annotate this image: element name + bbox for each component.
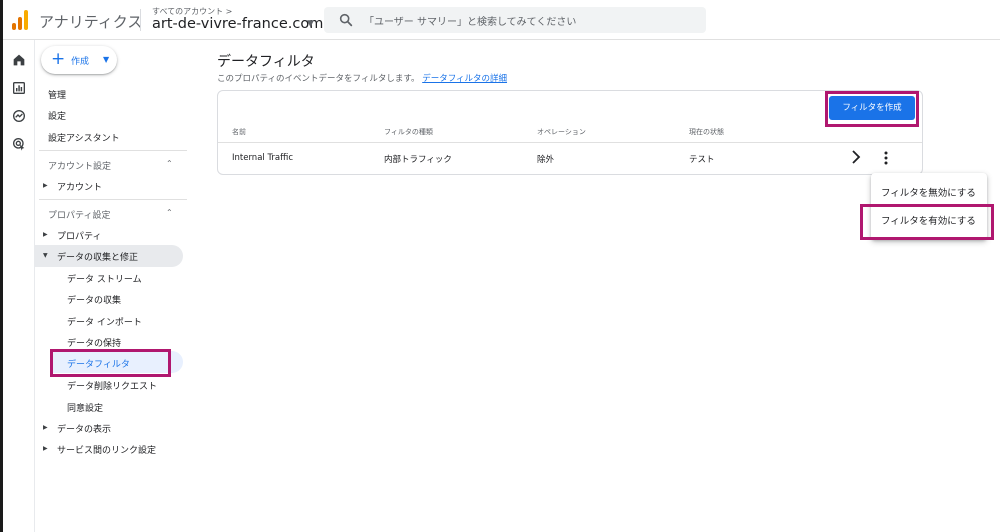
top-header: アナリティクス すべてのアカウント > art-de-vivre-france.… — [3, 0, 1000, 40]
section-account-settings[interactable]: アカウント設定 — [48, 159, 111, 172]
logo-bar-large — [24, 10, 28, 30]
cell-filter-type: 内部トラフィック — [384, 155, 452, 165]
column-header-type[interactable]: フィルタの種類 — [384, 127, 433, 137]
chevron-up-icon[interactable]: ⌃ — [166, 159, 173, 168]
page-description: このプロパティのイベントデータをフィルタします。 データフィルタの詳細 — [217, 72, 507, 84]
chevron-right-icon[interactable] — [851, 150, 861, 164]
app-name: アナリティクス — [39, 13, 143, 31]
menu-item-disable-filter[interactable]: フィルタを無効にする — [881, 185, 976, 199]
sidebar-item-admin[interactable]: 管理 — [48, 88, 66, 101]
create-button-label: 作成 — [71, 57, 90, 67]
cell-filter-name[interactable]: Internal Traffic — [232, 153, 293, 163]
column-header-name[interactable]: 名前 — [232, 127, 246, 137]
description-text: このプロパティのイベントデータをフィルタします。 — [217, 74, 420, 84]
logo-bar-small — [12, 23, 16, 30]
create-dropdown-caret-icon: ▼ — [103, 55, 110, 64]
header-divider — [140, 9, 141, 31]
account-selector[interactable]: art-de-vivre-france.com — [152, 16, 323, 32]
sidebar-item-data-streams[interactable]: データ ストリーム — [67, 272, 142, 285]
sidebar-divider — [39, 199, 187, 200]
sidebar-item-data-deletion[interactable]: データ削除リクエスト — [67, 379, 157, 392]
sidebar-item-property[interactable]: プロパティ — [57, 229, 101, 242]
sidebar-item-data-retention[interactable]: データの保持 — [67, 336, 121, 349]
account-dropdown-caret-icon[interactable]: ▼ — [307, 19, 314, 29]
nav-rail — [3, 40, 35, 532]
section-property-settings[interactable]: プロパティ設定 — [48, 208, 110, 221]
search-bar[interactable]: 「ユーザー サマリー」と検索してみてください — [324, 7, 706, 33]
sidebar-item-consent[interactable]: 同意設定 — [67, 401, 103, 414]
sidebar-divider — [39, 150, 187, 151]
chevron-up-icon[interactable]: ⌃ — [166, 208, 173, 217]
explore-icon[interactable] — [11, 108, 27, 124]
advertising-icon[interactable] — [11, 136, 27, 152]
home-icon[interactable] — [11, 52, 27, 68]
more-vert-icon[interactable] — [882, 150, 890, 166]
table-divider — [218, 142, 922, 143]
sidebar-item-data-display[interactable]: データの表示 — [57, 422, 111, 435]
highlight-box-enable-filter — [860, 204, 994, 240]
sidebar-item-product-links[interactable]: サービス間のリンク設定 — [57, 443, 156, 456]
search-icon — [339, 13, 353, 27]
cell-operation: 除外 — [537, 155, 555, 165]
sidebar-item-account[interactable]: アカウント — [57, 180, 102, 193]
collapse-arrow-icon[interactable]: ▼ — [43, 252, 48, 259]
analytics-logo-icon[interactable] — [12, 10, 30, 30]
learn-more-link[interactable]: データフィルタの詳細 — [422, 74, 507, 84]
reports-icon[interactable] — [11, 80, 27, 96]
search-input[interactable]: 「ユーザー サマリー」と検索してみてください — [364, 13, 576, 28]
cell-state: テスト — [689, 155, 715, 165]
expand-arrow-icon[interactable]: ▶ — [43, 424, 48, 431]
column-header-operation[interactable]: オペレーション — [537, 127, 586, 137]
expand-arrow-icon[interactable]: ▶ — [43, 231, 48, 238]
highlight-box-data-filters — [50, 349, 171, 377]
page-title: データフィルタ — [217, 54, 315, 70]
sidebar-item-settings[interactable]: 設定 — [48, 109, 66, 122]
expand-arrow-icon[interactable]: ▶ — [43, 182, 48, 189]
column-header-state[interactable]: 現在の状態 — [689, 127, 724, 137]
expand-arrow-icon[interactable]: ▶ — [43, 445, 48, 452]
sidebar-item-data-collection-sub[interactable]: データの収集 — [67, 293, 121, 306]
sidebar-item-setup-assistant[interactable]: 設定アシスタント — [48, 131, 120, 144]
highlight-box-create-button — [825, 91, 919, 127]
sidebar-item-data-collection[interactable]: データの収集と修正 — [57, 250, 138, 263]
sidebar-item-data-import[interactable]: データ インポート — [67, 315, 142, 328]
logo-bar-medium — [18, 17, 22, 30]
plus-icon: + — [51, 49, 66, 69]
admin-sidebar: + 作成 ▼ 管理 設定 設定アシスタント アカウント設定 ⌃ ▶ アカウント … — [35, 40, 190, 532]
create-button[interactable]: + 作成 ▼ — [41, 46, 117, 74]
